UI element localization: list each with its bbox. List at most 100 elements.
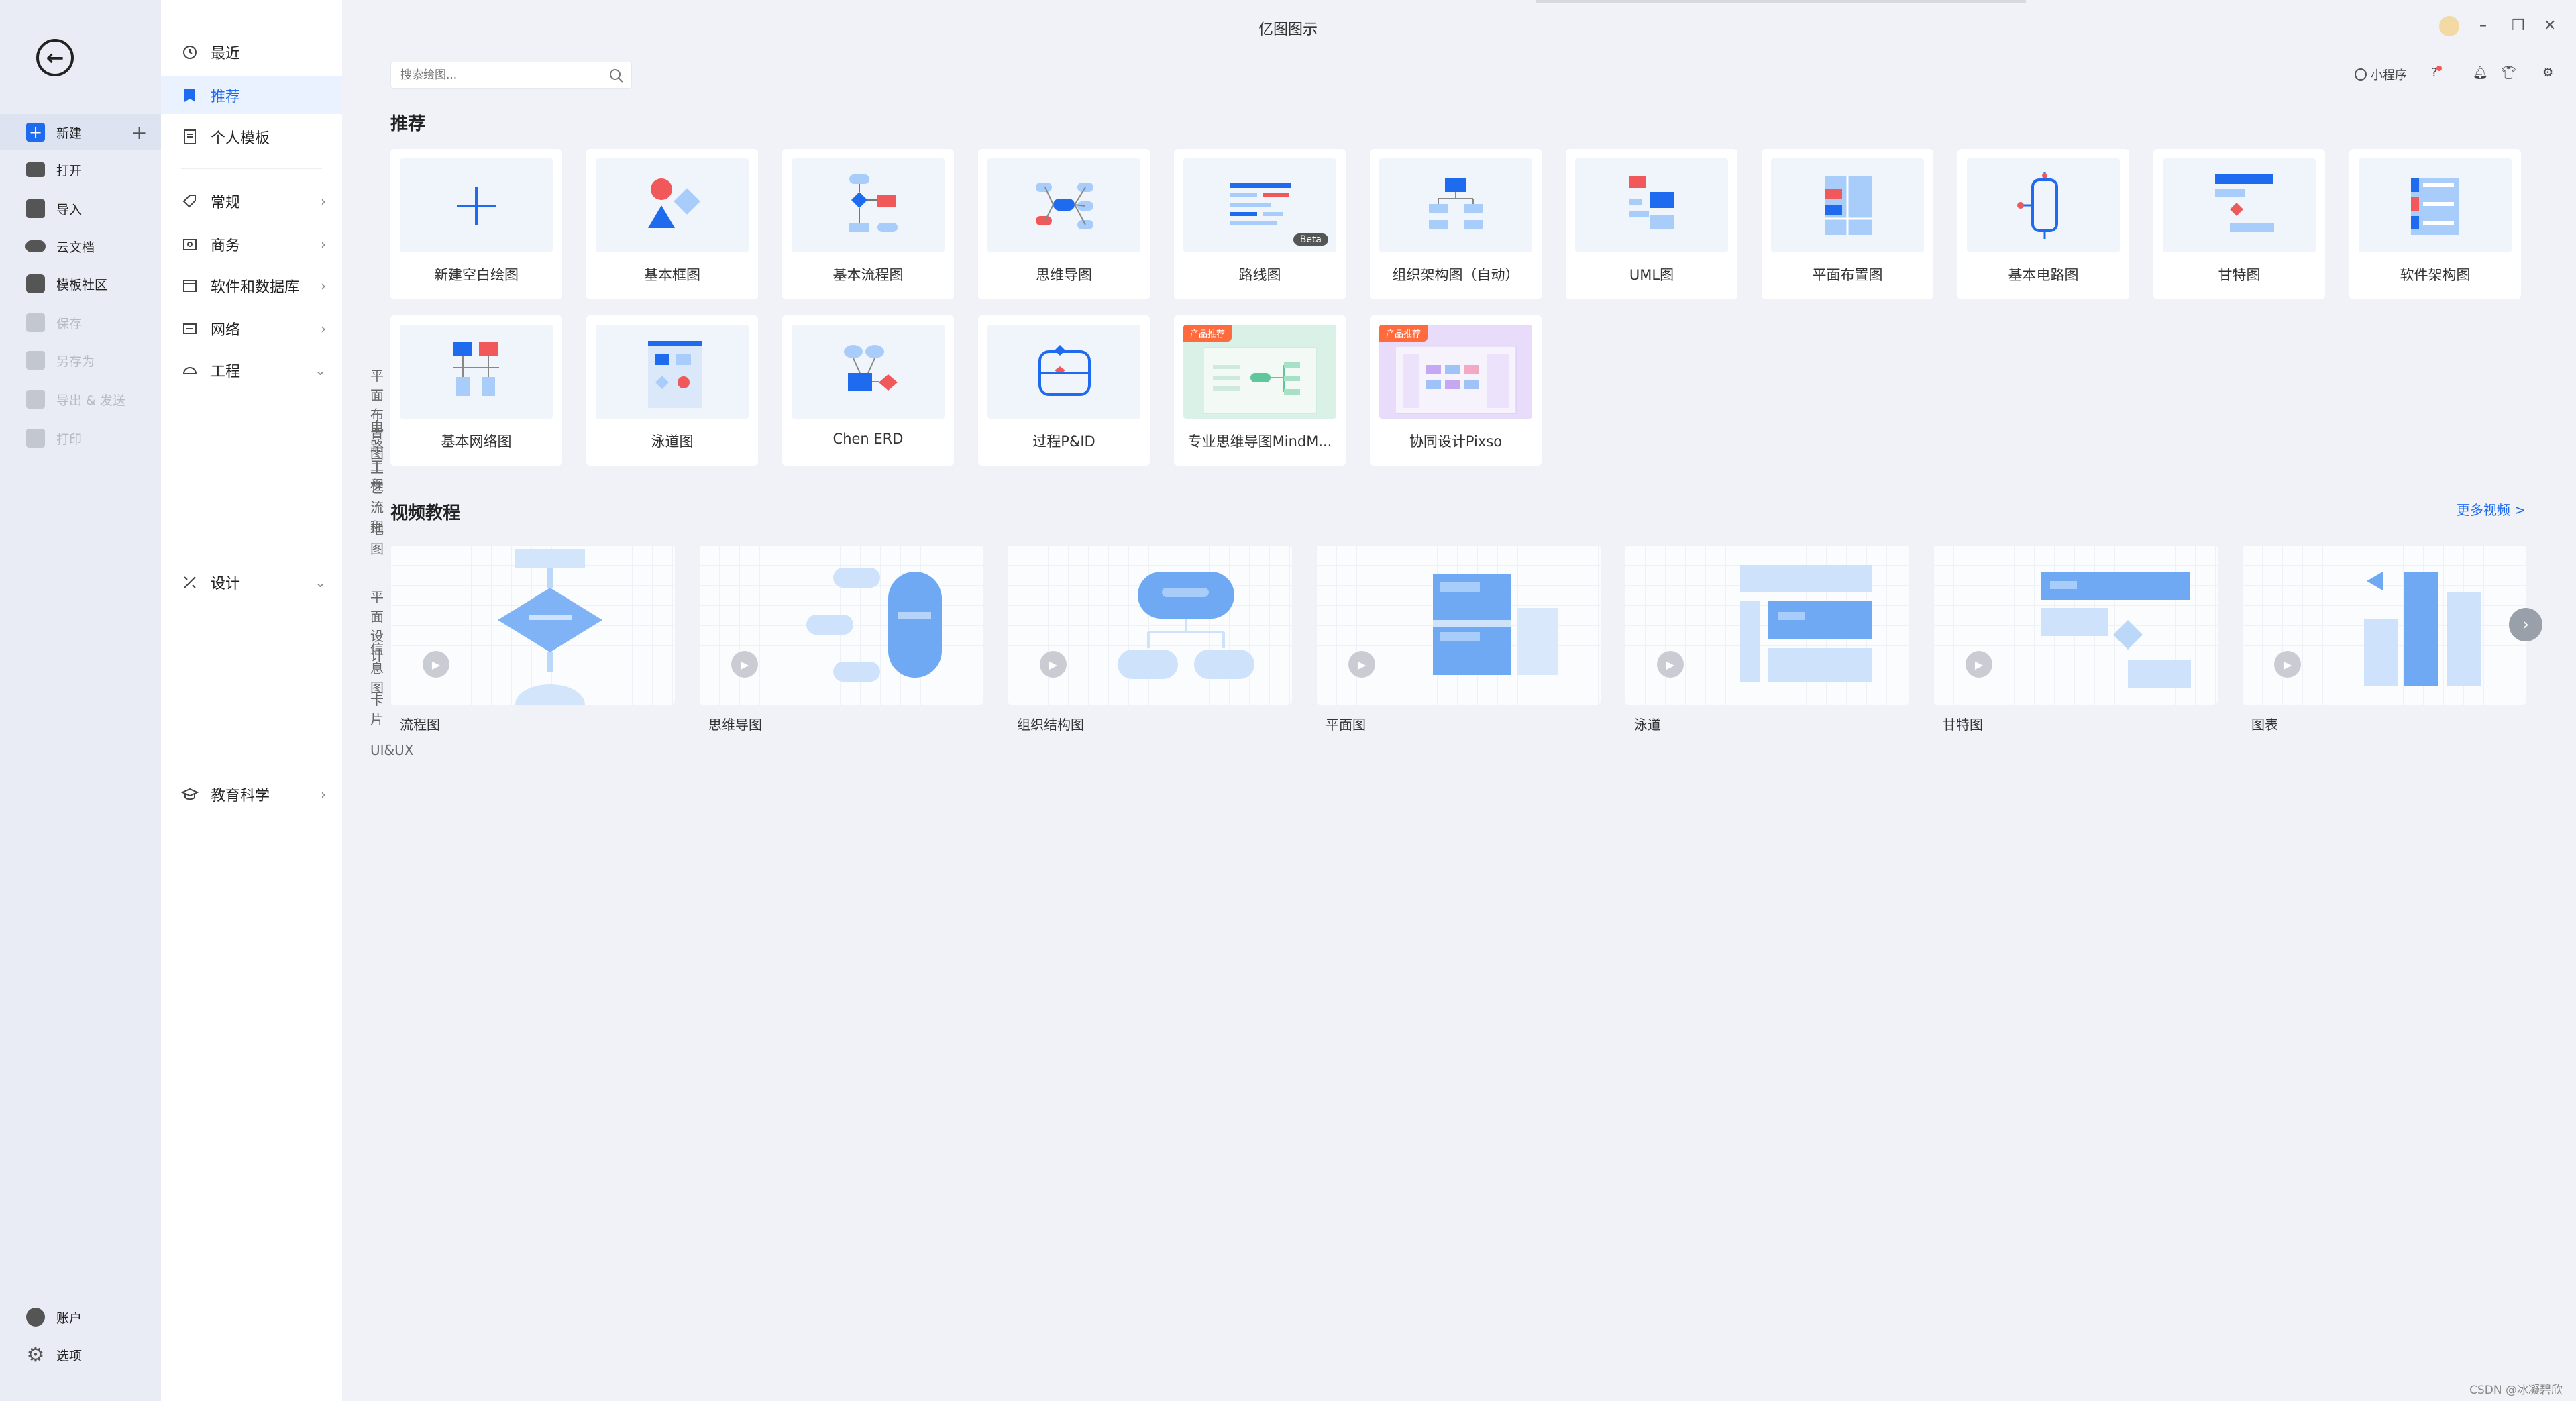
template-card-swimlane[interactable]: 泳道图 — [586, 315, 758, 466]
new-icon: + — [25, 122, 46, 142]
rail-save-as[interactable]: 另存为 — [0, 342, 161, 378]
cat-network-label: 网络 — [211, 322, 241, 339]
cat-sub-infographic[interactable]: 信息图 — [370, 641, 384, 696]
rail-open[interactable]: 打开 — [0, 152, 161, 188]
card-label: 协同设计Pixso — [1409, 433, 1503, 450]
video-card-floorplan[interactable]: ▶ 平面图 — [1316, 545, 1601, 737]
search-box[interactable] — [390, 62, 632, 89]
play-icon[interactable]: ▶ — [1657, 651, 1684, 678]
template-card-chen-erd[interactable]: Chen ERD — [782, 315, 954, 466]
play-icon[interactable]: ▶ — [731, 651, 758, 678]
template-card-orgchart[interactable]: 组织架构图（自动） — [1370, 149, 1542, 299]
cat-personal[interactable]: 个人模板 — [161, 118, 342, 156]
template-card-pid[interactable]: 过程P&ID — [978, 315, 1150, 466]
video-card-swimlane[interactable]: ▶ 泳道 — [1625, 545, 1909, 737]
cat-software[interactable]: 软件和数据库 › — [161, 267, 342, 305]
cat-sub-process[interactable]: 工艺流程 — [370, 460, 384, 535]
cat-network[interactable]: 网络 › — [161, 310, 342, 348]
rail-cloud-label: 云文档 — [56, 240, 95, 255]
template-card-flowchart[interactable]: 基本流程图 — [782, 149, 954, 299]
template-card-blank[interactable]: 新建空白绘图 — [390, 149, 562, 299]
rail-new-label: 新建 — [56, 125, 83, 141]
cat-education[interactable]: 教育科学 › — [161, 776, 342, 813]
video-label: 甘特图 — [1943, 717, 1983, 733]
cat-business[interactable]: 商务 › — [161, 225, 342, 263]
rail-options-label: 选项 — [56, 1348, 83, 1363]
mini-program-button[interactable]: 小程序 — [2355, 66, 2407, 83]
section-title-recommend: 推荐 — [390, 114, 426, 134]
chevron-down-icon: ⌄ — [315, 574, 326, 590]
rail-account[interactable]: 账户 — [0, 1299, 161, 1335]
design-icon — [181, 574, 199, 591]
template-card-circuit[interactable]: 基本电路图 — [1957, 149, 2129, 299]
thumbnail — [2163, 158, 2316, 252]
card-label: 过程P&ID — [1032, 433, 1095, 450]
gear-icon: ⚙ — [2542, 66, 2554, 80]
template-card-gantt[interactable]: 甘特图 — [2153, 149, 2325, 299]
cat-general[interactable]: 常规 › — [161, 183, 342, 220]
settings-button[interactable]: ⚙ — [2542, 66, 2553, 80]
template-card-network[interactable]: 基本网络图 — [390, 315, 562, 466]
close-button[interactable]: ✕ — [2544, 17, 2556, 34]
thumbnail — [1967, 158, 2120, 252]
cat-sub-graphic[interactable]: 平面设计 — [370, 589, 384, 664]
video-thumbnail — [699, 545, 983, 705]
video-card-mindmap[interactable]: ▶ 思维导图 — [699, 545, 983, 737]
template-card-uml[interactable]: UML图 — [1566, 149, 1737, 299]
rail-options[interactable]: ⚙ 选项 — [0, 1337, 161, 1373]
shirt-button[interactable]: 👕︎ — [2501, 66, 2516, 80]
chevron-right-icon[interactable]: › — [2509, 608, 2542, 641]
chevron-right-icon: › — [321, 236, 326, 252]
cat-sub-map[interactable]: 地图 — [370, 521, 384, 557]
rail-community[interactable]: 模板社区 — [0, 266, 161, 302]
restore-button[interactable]: ❐ — [2512, 17, 2525, 34]
cat-design-label: 设计 — [211, 576, 241, 592]
more-videos-link[interactable]: 更多视频 > — [2457, 499, 2526, 519]
play-icon[interactable]: ▶ — [423, 651, 449, 678]
template-card-pixso[interactable]: 产品推荐 协同设计Pixso — [1370, 315, 1542, 466]
play-icon[interactable]: ▶ — [1966, 651, 1992, 678]
cat-recommend[interactable]: 推荐 — [161, 76, 342, 114]
thumbnail: 产品推荐 — [1183, 325, 1336, 419]
rail-print-label: 打印 — [56, 431, 83, 447]
rail-new[interactable]: + 新建 + — [0, 114, 161, 150]
avatar[interactable] — [2439, 16, 2459, 40]
cat-design[interactable]: 设计 ⌄ — [161, 564, 342, 601]
rail-print[interactable]: 打印 — [0, 420, 161, 456]
video-label: 图表 — [2251, 717, 2278, 733]
video-card-chart[interactable]: ▶ 图表 — [2242, 545, 2526, 737]
video-card-flowchart[interactable]: ▶ 流程图 — [390, 545, 675, 737]
rail-import[interactable]: 导入 — [0, 191, 161, 227]
template-card-floorplan[interactable]: 平面布置图 — [1762, 149, 1933, 299]
minimize-button[interactable]: – — [2479, 17, 2487, 34]
section-title-videos: 视频教程 — [390, 503, 461, 523]
card-label: 软件架构图 — [2400, 267, 2471, 283]
thumbnail — [400, 158, 553, 252]
template-card-block[interactable]: 基本框图 — [586, 149, 758, 299]
play-icon[interactable]: ▶ — [2274, 651, 2301, 678]
template-card-mindmap[interactable]: 思维导图 — [978, 149, 1150, 299]
rail-save[interactable]: 保存 — [0, 305, 161, 341]
add-icon[interactable]: + — [131, 121, 147, 144]
cat-sub-card[interactable]: 卡片 — [370, 692, 384, 727]
play-icon[interactable]: ▶ — [1040, 651, 1067, 678]
cat-sub-uiux[interactable]: UI&UX — [370, 737, 413, 764]
play-icon[interactable]: ▶ — [1348, 651, 1375, 678]
template-card-mindmaster[interactable]: 产品推荐 专业思维导图MindM... — [1174, 315, 1346, 466]
search-input[interactable] — [391, 62, 592, 88]
rail-cloud[interactable]: 云文档 — [0, 228, 161, 264]
bell-icon: 🔔︎ — [2473, 66, 2488, 80]
cat-recommend-label: 推荐 — [211, 89, 241, 105]
bell-button[interactable]: 🔔︎ — [2473, 66, 2488, 80]
card-label: 基本电路图 — [2008, 267, 2079, 283]
help-button[interactable]: ? — [2431, 65, 2442, 80]
cat-engineering[interactable]: 工程 ⌄ — [161, 352, 342, 389]
template-card-software-arch[interactable]: 软件架构图 — [2349, 149, 2521, 299]
back-button[interactable]: ← — [36, 39, 74, 76]
video-card-gantt[interactable]: ▶ 甘特图 — [1933, 545, 2218, 737]
cat-recent[interactable]: 最近 — [161, 34, 342, 71]
video-card-orgchart[interactable]: ▶ 组织结构图 — [1008, 545, 1292, 737]
rail-export[interactable]: 导出 & 发送 — [0, 381, 161, 417]
template-card-roadmap[interactable]: Beta 路线图 — [1174, 149, 1346, 299]
search-icon[interactable] — [608, 68, 625, 87]
